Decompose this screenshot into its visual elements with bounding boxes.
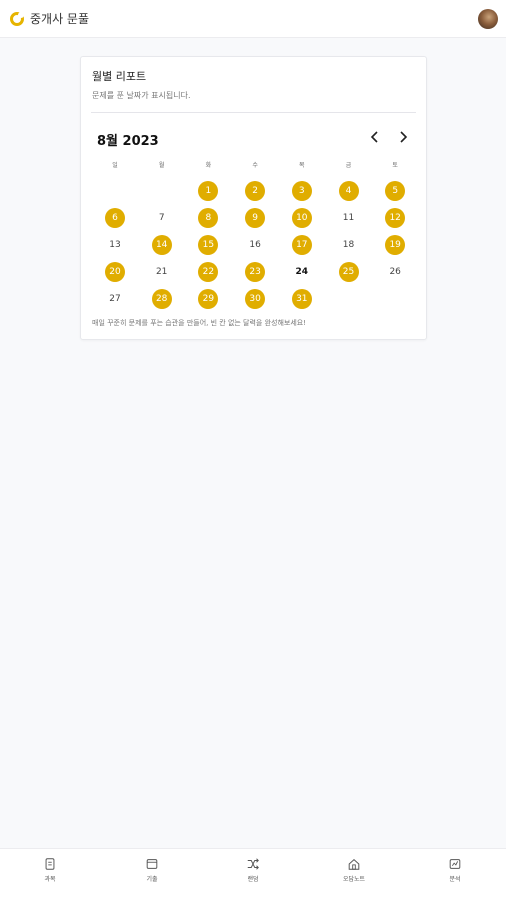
analysis-icon: [449, 859, 461, 869]
calendar-day[interactable]: 19: [385, 235, 406, 255]
nav-tab[interactable]: 오답노트: [324, 857, 384, 883]
calendar-day[interactable]: 18: [339, 235, 359, 255]
calendar-day[interactable]: 13: [105, 235, 125, 255]
calendar-day[interactable]: 24: [292, 262, 312, 282]
calendar-day[interactable]: 22: [198, 262, 219, 282]
calendar-day[interactable]: 7: [152, 208, 172, 228]
calendar-day[interactable]: 14: [151, 235, 172, 255]
calendar-day[interactable]: 6: [105, 208, 125, 228]
calendar-day[interactable]: 15: [198, 235, 219, 255]
past-exam-icon: [146, 859, 158, 869]
nav-tab[interactable]: 분석: [425, 857, 485, 883]
wrong-note-icon: [348, 858, 360, 870]
calendar-day[interactable]: 1: [198, 181, 219, 201]
calendar-day[interactable]: 9: [245, 208, 266, 228]
calendar-day[interactable]: 31: [291, 289, 312, 309]
calendar-day[interactable]: 25: [338, 262, 359, 282]
calendar-day[interactable]: 17: [291, 235, 312, 255]
calendar-day[interactable]: 12: [385, 208, 406, 228]
monthly-report-card: 월별 리포트 문제를 푼 날짜가 표시됩니다. 8월 2023 일월화수목금토 …: [80, 56, 427, 340]
calendar-day[interactable]: 8: [198, 208, 219, 228]
calendar-day[interactable]: 21: [152, 262, 172, 282]
top-app-bar: 중개사 문풀: [0, 0, 506, 38]
app-title: 중개사 문풀: [30, 12, 90, 26]
report-footer-text: 매일 꾸준히 문제를 푸는 습관을 만들어, 빈 칸 없는 달력을 완성해보세요…: [92, 319, 307, 327]
calendar-day[interactable]: 27: [105, 289, 125, 309]
nav-tab[interactable]: 과목: [20, 857, 80, 883]
nav-tab-label: 과목: [44, 876, 56, 883]
calendar-day[interactable]: 3: [291, 181, 312, 201]
shuffle-icon: [247, 858, 259, 870]
bottom-navigation: 과목 기출 랜덤 오답노트 분석: [0, 848, 506, 900]
calendar-day[interactable]: 16: [245, 235, 265, 255]
calendar-day[interactable]: 26: [385, 262, 405, 282]
nav-tab[interactable]: 랜덤: [223, 857, 283, 883]
profile-avatar[interactable]: [478, 9, 498, 29]
calendar-day[interactable]: 29: [198, 289, 219, 309]
calendar-grid: 1 2 3 4 5 6 7 8 9 10 11 12 13 14 15 16 17 18 19 20 21 22 23 24 2…: [81, 57, 428, 341]
calendar-day[interactable]: 23: [245, 262, 266, 282]
calendar-day[interactable]: 10: [291, 208, 312, 228]
calendar-day[interactable]: 20: [105, 262, 125, 282]
subject-icon: [45, 858, 55, 870]
calendar-day[interactable]: 30: [245, 289, 266, 309]
nav-tab[interactable]: 기출: [122, 857, 182, 883]
app-logo-icon: [10, 11, 24, 26]
nav-tab-label: 분석: [449, 876, 461, 883]
calendar-day[interactable]: 11: [339, 208, 359, 228]
nav-tab-label: 랜덤: [247, 876, 259, 883]
calendar-day[interactable]: 2: [245, 181, 266, 201]
nav-tab-label: 기출: [146, 876, 158, 883]
calendar-day[interactable]: 5: [385, 181, 406, 201]
nav-tab-label: 오답노트: [342, 876, 366, 883]
calendar-day[interactable]: 4: [338, 181, 359, 201]
calendar-day[interactable]: 28: [151, 289, 172, 309]
